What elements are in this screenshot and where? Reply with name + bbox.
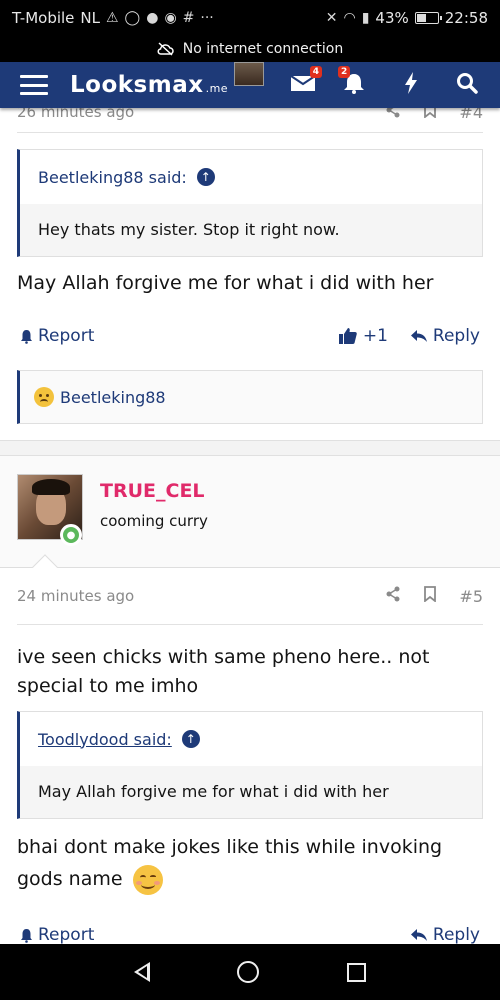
clock: 22:58 (444, 9, 488, 27)
recent-apps-icon[interactable] (347, 962, 367, 982)
chat-bubble-icon: ● (146, 10, 159, 26)
inbox-badge: 4 (309, 66, 322, 78)
slack-icon: # (182, 10, 195, 26)
menu-icon[interactable] (20, 75, 48, 95)
share-icon[interactable] (385, 586, 401, 606)
reply-button[interactable]: Reply (410, 326, 480, 346)
more-notifications-icon: ··· (200, 10, 214, 26)
bell-report-icon (21, 928, 32, 943)
user-name[interactable]: TRUE_CEL (100, 480, 205, 502)
signal-icon: ▮ (361, 10, 370, 26)
status-bar: T-Mobile NL ⚠ ◯ ● ◉ # ··· ✕ ◠ ▮ 43% 22:5… (0, 0, 500, 36)
post-time[interactable]: 24 minutes ago (17, 587, 134, 605)
network-banner-text: No internet connection (182, 41, 344, 57)
like-button[interactable]: +1 (338, 326, 388, 346)
quote-author[interactable]: Beetleking88 said: (38, 168, 187, 187)
messenger-icon: ◉ (164, 10, 177, 26)
post-meta: 26 minutes ago #4 (0, 108, 500, 132)
post-message: ive seen chicks with same pheno here.. n… (17, 646, 430, 697)
quote-block: Beetleking88 said: ↑ Hey thats my sister… (17, 149, 483, 257)
share-icon[interactable] (385, 108, 401, 122)
report-link[interactable]: Report (20, 925, 94, 944)
carrier-label: T-Mobile (12, 9, 75, 27)
wifi-icon: ◠ (343, 10, 356, 26)
thumbs-up-icon (338, 328, 357, 344)
bell-report-icon (21, 329, 32, 344)
user-title: cooming curry (100, 512, 208, 530)
warning-icon: ⚠ (105, 10, 119, 26)
reaction-user[interactable]: Beetleking88 (60, 388, 166, 407)
quote-author[interactable]: Toodlydood said: (38, 730, 172, 749)
post-meta: 24 minutes ago #5 (0, 576, 500, 616)
go-to-quote-icon[interactable]: ↑ (181, 730, 200, 748)
whatsapp-icon: ◯ (124, 10, 141, 26)
reply-icon (410, 330, 427, 342)
quote-header[interactable]: Toodlydood said: ↑ (20, 712, 482, 766)
site-logo[interactable]: Looksmax .me (70, 72, 228, 98)
bookmark-icon[interactable] (423, 586, 437, 606)
reaction-count: +1 (362, 326, 388, 346)
cloud-off-icon (157, 42, 174, 56)
post-number[interactable]: #4 (459, 108, 483, 122)
reply-button[interactable]: Reply (410, 925, 480, 944)
user-card: ● TRUE_CEL cooming curry (0, 456, 500, 580)
post-message: May Allah forgive me for what i did with… (17, 272, 434, 294)
post-footer: Report +1 Reply (0, 318, 500, 354)
network-banner: No internet connection (0, 36, 500, 62)
app-header: Looksmax .me 4 2 (0, 62, 500, 108)
reactions-bar[interactable]: Beetleking88 (17, 370, 483, 424)
go-to-quote-icon[interactable]: ↑ (196, 168, 215, 186)
quote-block: Toodlydood said: ↑ May Allah forgive me … (17, 711, 483, 819)
inbox-icon[interactable]: 4 (290, 66, 322, 97)
thread-content[interactable]: 26 minutes ago #4 Beetleking88 said: ↑ H… (0, 108, 500, 944)
post-message: bhai dont make jokes like this while inv… (0, 831, 500, 895)
back-icon[interactable] (133, 962, 150, 982)
battery-percent: 43% (375, 9, 409, 27)
smiling-emoji-icon (132, 864, 163, 895)
post-number[interactable]: #5 (459, 587, 483, 606)
battery-icon (414, 12, 442, 24)
search-icon[interactable] (456, 72, 478, 99)
mute-icon: ✕ (325, 10, 338, 26)
quote-header[interactable]: Beetleking88 said: ↑ (20, 150, 482, 204)
reply-icon (410, 929, 427, 941)
post-separator (0, 440, 500, 456)
post-footer: Report Reply (0, 917, 500, 944)
online-status-icon: ● (60, 524, 82, 546)
post-time[interactable]: 26 minutes ago (17, 108, 134, 121)
divider (17, 624, 483, 625)
alerts-badge: 2 (338, 66, 351, 78)
home-icon[interactable] (237, 961, 260, 983)
divider (17, 132, 483, 133)
bookmark-icon[interactable] (423, 108, 437, 122)
quote-text: Hey thats my sister. Stop it right now. (38, 220, 340, 239)
header-avatar[interactable] (234, 62, 264, 86)
bolt-icon[interactable] (404, 72, 418, 99)
region-label: NL (80, 9, 100, 27)
quote-text: May Allah forgive me for what i did with… (38, 782, 389, 801)
sad-emoji-icon (34, 387, 54, 407)
system-nav-bar (0, 944, 500, 1000)
bell-icon[interactable]: 2 (338, 66, 366, 99)
report-link[interactable]: Report (20, 326, 94, 346)
